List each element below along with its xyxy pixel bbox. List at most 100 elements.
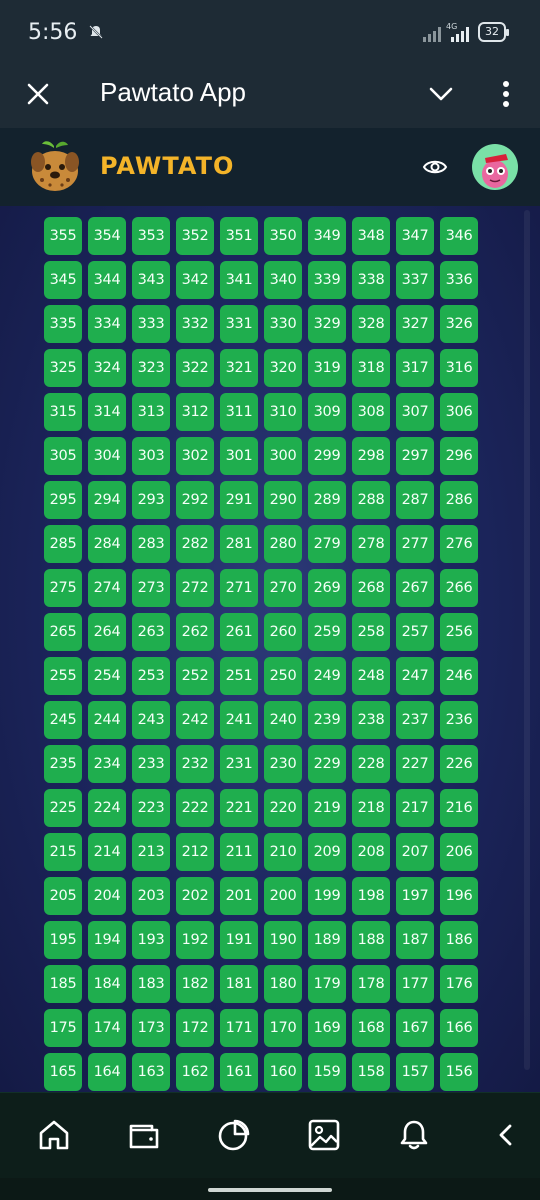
grid-cell[interactable]: 352 (176, 217, 214, 255)
grid-cell[interactable]: 242 (176, 701, 214, 739)
grid-cell[interactable]: 222 (176, 789, 214, 827)
grid-cell[interactable]: 316 (440, 349, 478, 387)
grid-cell[interactable]: 349 (308, 217, 346, 255)
grid-cell[interactable]: 223 (132, 789, 170, 827)
grid-cell[interactable]: 292 (176, 481, 214, 519)
grid-cell[interactable]: 226 (440, 745, 478, 783)
grid-cell[interactable]: 269 (308, 569, 346, 607)
grid-cell[interactable]: 203 (132, 877, 170, 915)
grid-cell[interactable]: 234 (88, 745, 126, 783)
grid-cell[interactable]: 187 (396, 921, 434, 959)
grid-cell[interactable]: 177 (396, 965, 434, 1003)
grid-cell[interactable]: 206 (440, 833, 478, 871)
grid-cell[interactable]: 249 (308, 657, 346, 695)
grid-cell[interactable]: 178 (352, 965, 390, 1003)
grid-cell[interactable]: 186 (440, 921, 478, 959)
grid-cell[interactable]: 255 (44, 657, 82, 695)
grid-cell[interactable]: 181 (220, 965, 258, 1003)
grid-cell[interactable]: 248 (352, 657, 390, 695)
grid-cell[interactable]: 295 (44, 481, 82, 519)
grid-cell[interactable]: 230 (264, 745, 302, 783)
grid-cell[interactable]: 268 (352, 569, 390, 607)
grid-cell[interactable]: 192 (176, 921, 214, 959)
grid-cell[interactable]: 302 (176, 437, 214, 475)
wallet-icon[interactable] (126, 1117, 162, 1153)
grid-cell[interactable]: 301 (220, 437, 258, 475)
grid-cell[interactable]: 199 (308, 877, 346, 915)
grid-cell[interactable]: 194 (88, 921, 126, 959)
grid-cell[interactable]: 261 (220, 613, 258, 651)
grid-cell[interactable]: 211 (220, 833, 258, 871)
grid-cell[interactable]: 191 (220, 921, 258, 959)
grid-cell[interactable]: 270 (264, 569, 302, 607)
grid-cell[interactable]: 221 (220, 789, 258, 827)
grid-cell[interactable]: 252 (176, 657, 214, 695)
grid-cell[interactable]: 188 (352, 921, 390, 959)
grid-cell[interactable]: 336 (440, 261, 478, 299)
grid-cell[interactable]: 339 (308, 261, 346, 299)
grid-cell[interactable]: 156 (440, 1053, 478, 1091)
grid-cell[interactable]: 250 (264, 657, 302, 695)
grid-cell[interactable]: 209 (308, 833, 346, 871)
grid-cell[interactable]: 303 (132, 437, 170, 475)
grid-cell[interactable]: 183 (132, 965, 170, 1003)
grid-cell[interactable]: 205 (44, 877, 82, 915)
grid-cell[interactable]: 344 (88, 261, 126, 299)
grid-cell[interactable]: 327 (396, 305, 434, 343)
grid-cell[interactable]: 244 (88, 701, 126, 739)
grid-cell[interactable]: 158 (352, 1053, 390, 1091)
grid-cell[interactable]: 198 (352, 877, 390, 915)
grid-cell[interactable]: 264 (88, 613, 126, 651)
grid-cell[interactable]: 266 (440, 569, 478, 607)
grid-cell[interactable]: 202 (176, 877, 214, 915)
grid-cell[interactable]: 176 (440, 965, 478, 1003)
grid-cell[interactable]: 310 (264, 393, 302, 431)
grid-cell[interactable]: 298 (352, 437, 390, 475)
grid-cell[interactable]: 214 (88, 833, 126, 871)
grid-cell[interactable]: 297 (396, 437, 434, 475)
grid-cell[interactable]: 287 (396, 481, 434, 519)
grid-cell[interactable]: 343 (132, 261, 170, 299)
grid-cell[interactable]: 225 (44, 789, 82, 827)
grid-cell[interactable]: 354 (88, 217, 126, 255)
grid-cell[interactable]: 227 (396, 745, 434, 783)
grid-cell[interactable]: 167 (396, 1009, 434, 1047)
grid-cell[interactable]: 330 (264, 305, 302, 343)
grid-cell[interactable]: 350 (264, 217, 302, 255)
grid-cell[interactable]: 189 (308, 921, 346, 959)
grid-cell[interactable]: 334 (88, 305, 126, 343)
grid-cell[interactable]: 280 (264, 525, 302, 563)
grid-cell[interactable]: 346 (440, 217, 478, 255)
grid-cell[interactable]: 232 (176, 745, 214, 783)
grid-cell[interactable]: 241 (220, 701, 258, 739)
grid-cell[interactable]: 313 (132, 393, 170, 431)
grid-cell[interactable]: 265 (44, 613, 82, 651)
grid-cell[interactable]: 210 (264, 833, 302, 871)
grid-cell[interactable]: 246 (440, 657, 478, 695)
grid-cell[interactable]: 201 (220, 877, 258, 915)
grid-cell[interactable]: 190 (264, 921, 302, 959)
grid-cell[interactable]: 337 (396, 261, 434, 299)
grid-cell[interactable]: 341 (220, 261, 258, 299)
grid-cell[interactable]: 335 (44, 305, 82, 343)
grid-cell[interactable]: 212 (176, 833, 214, 871)
pie-chart-icon[interactable] (216, 1117, 252, 1153)
grid-cell[interactable]: 282 (176, 525, 214, 563)
grid-cell[interactable]: 193 (132, 921, 170, 959)
grid-cell[interactable]: 300 (264, 437, 302, 475)
grid-cell[interactable]: 184 (88, 965, 126, 1003)
grid-cell[interactable]: 309 (308, 393, 346, 431)
grid-cell[interactable]: 332 (176, 305, 214, 343)
grid-cell[interactable]: 235 (44, 745, 82, 783)
grid-cell[interactable]: 253 (132, 657, 170, 695)
grid-cell[interactable]: 276 (440, 525, 478, 563)
grid-cell[interactable]: 251 (220, 657, 258, 695)
grid-cell[interactable]: 166 (440, 1009, 478, 1047)
grid-cell[interactable]: 286 (440, 481, 478, 519)
grid-cell[interactable]: 311 (220, 393, 258, 431)
grid-cell[interactable]: 299 (308, 437, 346, 475)
grid-cell[interactable]: 231 (220, 745, 258, 783)
grid-cell[interactable]: 277 (396, 525, 434, 563)
grid-cell[interactable]: 272 (176, 569, 214, 607)
grid-cell[interactable]: 228 (352, 745, 390, 783)
